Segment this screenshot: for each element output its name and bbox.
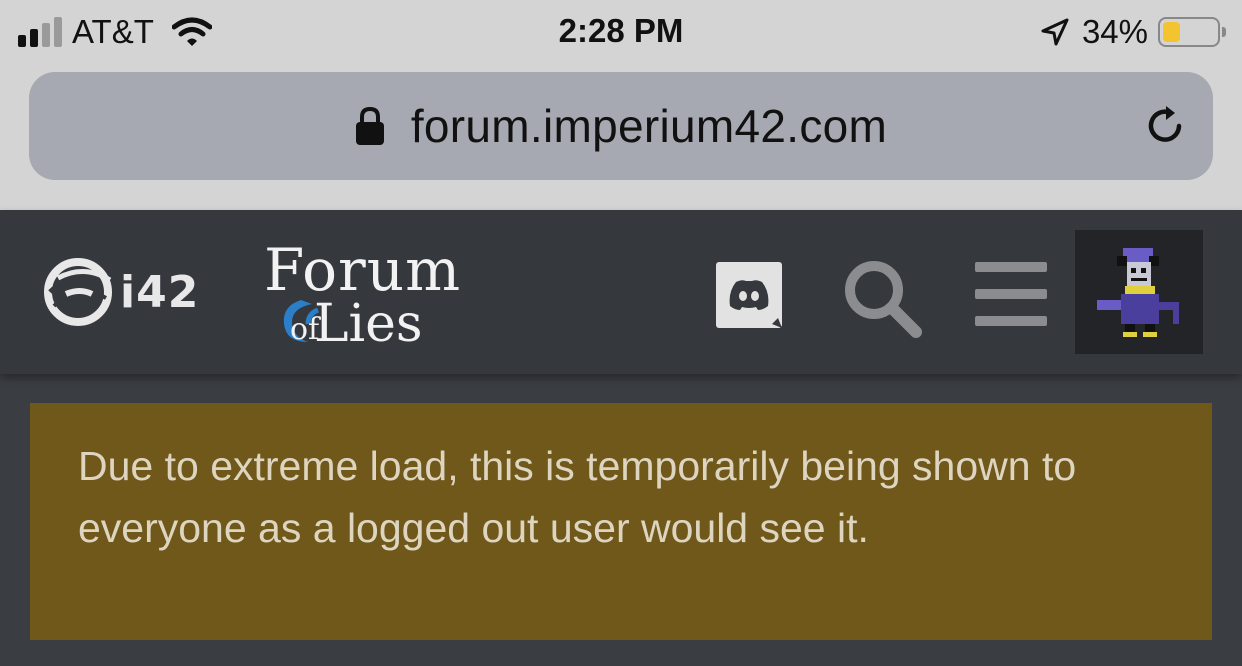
status-bar: AT&T 2:28 PM 34% <box>0 0 1242 62</box>
battery-icon <box>1158 17 1226 47</box>
battery-percent: 34% <box>1081 13 1148 50</box>
discord-button[interactable] <box>716 262 782 328</box>
lock-icon <box>355 106 384 145</box>
discord-icon <box>729 280 782 328</box>
address-bar[interactable]: forum.imperium42.com <box>29 72 1213 180</box>
user-avatar[interactable] <box>1075 230 1203 354</box>
site-header: i42 Forum of Lies <box>0 210 1242 374</box>
hamburger-menu-icon[interactable] <box>975 262 1047 326</box>
jester-avatar-image <box>1097 248 1179 337</box>
notice-text: Due to extreme load, this is temporarily… <box>78 443 1077 551</box>
reload-icon[interactable] <box>1141 102 1189 150</box>
forum-logo-line2: Lies <box>314 294 423 354</box>
swirl-logo-icon <box>44 258 112 326</box>
status-bar-right: 34% <box>1040 12 1226 52</box>
search-icon[interactable] <box>840 256 924 340</box>
i42-logo-text: i42 <box>120 266 200 318</box>
url-text[interactable]: forum.imperium42.com <box>411 99 887 153</box>
browser-toolbar: forum.imperium42.com <box>0 62 1242 210</box>
notice-banner: Due to extreme load, this is temporarily… <box>30 403 1212 640</box>
forum-of-lies-logo[interactable]: Forum of Lies <box>264 236 500 354</box>
battery-fill <box>1163 22 1180 42</box>
location-arrow-icon <box>1041 18 1069 46</box>
i42-logo[interactable]: i42 <box>40 254 199 330</box>
